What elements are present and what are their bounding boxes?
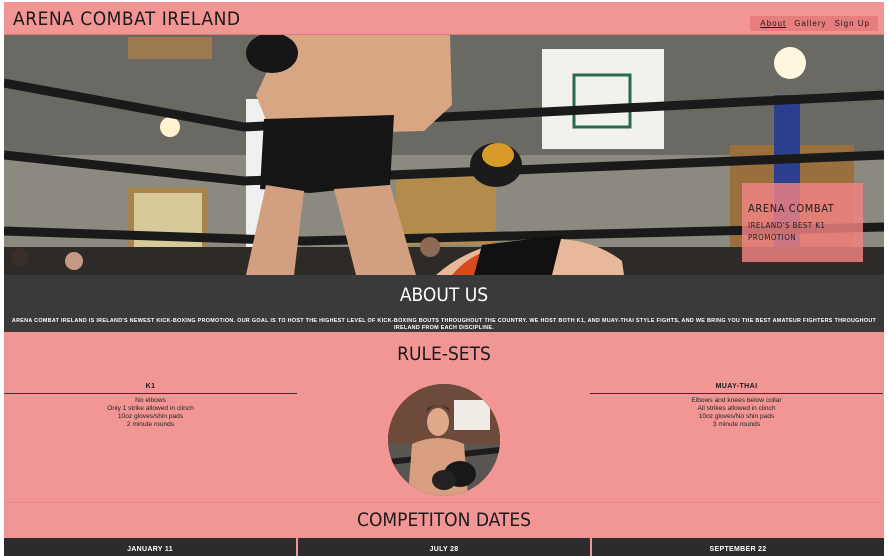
k1-rule-item: 10oz gloves/shin pads (117, 413, 184, 420)
rule-sets-heading: RULE-SETS (397, 343, 491, 365)
hero-overlay-card: ARENA COMBAT IRELAND'S BEST K1 PROMOTION (742, 183, 863, 262)
competition-dates-header: COMPETITON DATES (4, 502, 884, 539)
hero-subtitle: IRELAND'S BEST K1 PROMOTION (748, 221, 826, 242)
nav-link-gallery[interactable]: Gallery (794, 19, 826, 28)
muay-thai-rules-list: Elbows and knees below collar All strike… (590, 397, 883, 429)
k1-rule-item: No elbows (135, 397, 166, 404)
about-heading: ABOUT US (399, 284, 489, 306)
rule-sets-section: RULE-SETS K1 No elbows Only 1 strike all… (4, 332, 884, 502)
site-header: ARENA COMBAT IRELAND About Gallery Sign … (4, 2, 884, 35)
nav-link-about[interactable]: About (760, 19, 786, 28)
page: ARENA COMBAT IRELAND About Gallery Sign … (4, 2, 884, 556)
nav-link-sign-up[interactable]: Sign Up (835, 19, 870, 28)
about-section: ABOUT US ARENA COMBAT IRELAND IS IRELAND… (4, 275, 884, 332)
k1-rule-item: 2 minute rounds (126, 421, 175, 428)
muay-thai-rule-item: 10oz gloves/No shin pads (698, 413, 775, 420)
muay-thai-rule-item: All strikes allowed in clinch (697, 405, 776, 412)
k1-rules-column: K1 No elbows Only 1 strike allowed in cl… (4, 383, 297, 429)
muay-thai-rule-item: 3 minute rounds (712, 421, 761, 428)
date-card[interactable]: JULY 28 (298, 538, 590, 556)
muay-thai-rules-column: MUAY-THAI Elbows and knees below collar … (590, 383, 883, 429)
hero-banner: ARENA COMBAT IRELAND'S BEST K1 PROMOTION (4, 35, 884, 275)
main-nav: About Gallery Sign Up (750, 16, 878, 31)
date-label: JULY 28 (429, 546, 459, 553)
k1-rule-item: Only 1 strike allowed in clinch (107, 405, 194, 412)
hero-title: ARENA COMBAT (748, 202, 835, 215)
brand-logo-text[interactable]: ARENA COMBAT IRELAND (13, 8, 241, 30)
date-card[interactable]: JANUARY 11 (4, 538, 296, 556)
competition-dates-heading: COMPETITON DATES (357, 509, 531, 531)
fighter-round-image (388, 384, 500, 496)
k1-rules-list: No elbows Only 1 strike allowed in clinc… (4, 397, 297, 429)
muay-thai-rules-title: MUAY-THAI (590, 383, 883, 394)
muay-thai-rule-item: Elbows and knees below collar (691, 397, 782, 404)
about-text: ARENA COMBAT IRELAND IS IRELAND'S NEWEST… (11, 318, 877, 331)
date-label: SEPTEMBER 22 (709, 546, 767, 553)
date-label: JANUARY 11 (127, 546, 173, 553)
date-card[interactable]: SEPTEMBER 22 (592, 538, 884, 556)
competition-dates-list: JANUARY 11 JULY 28 SEPTEMBER 22 (4, 538, 884, 556)
k1-rules-title: K1 (4, 383, 297, 394)
